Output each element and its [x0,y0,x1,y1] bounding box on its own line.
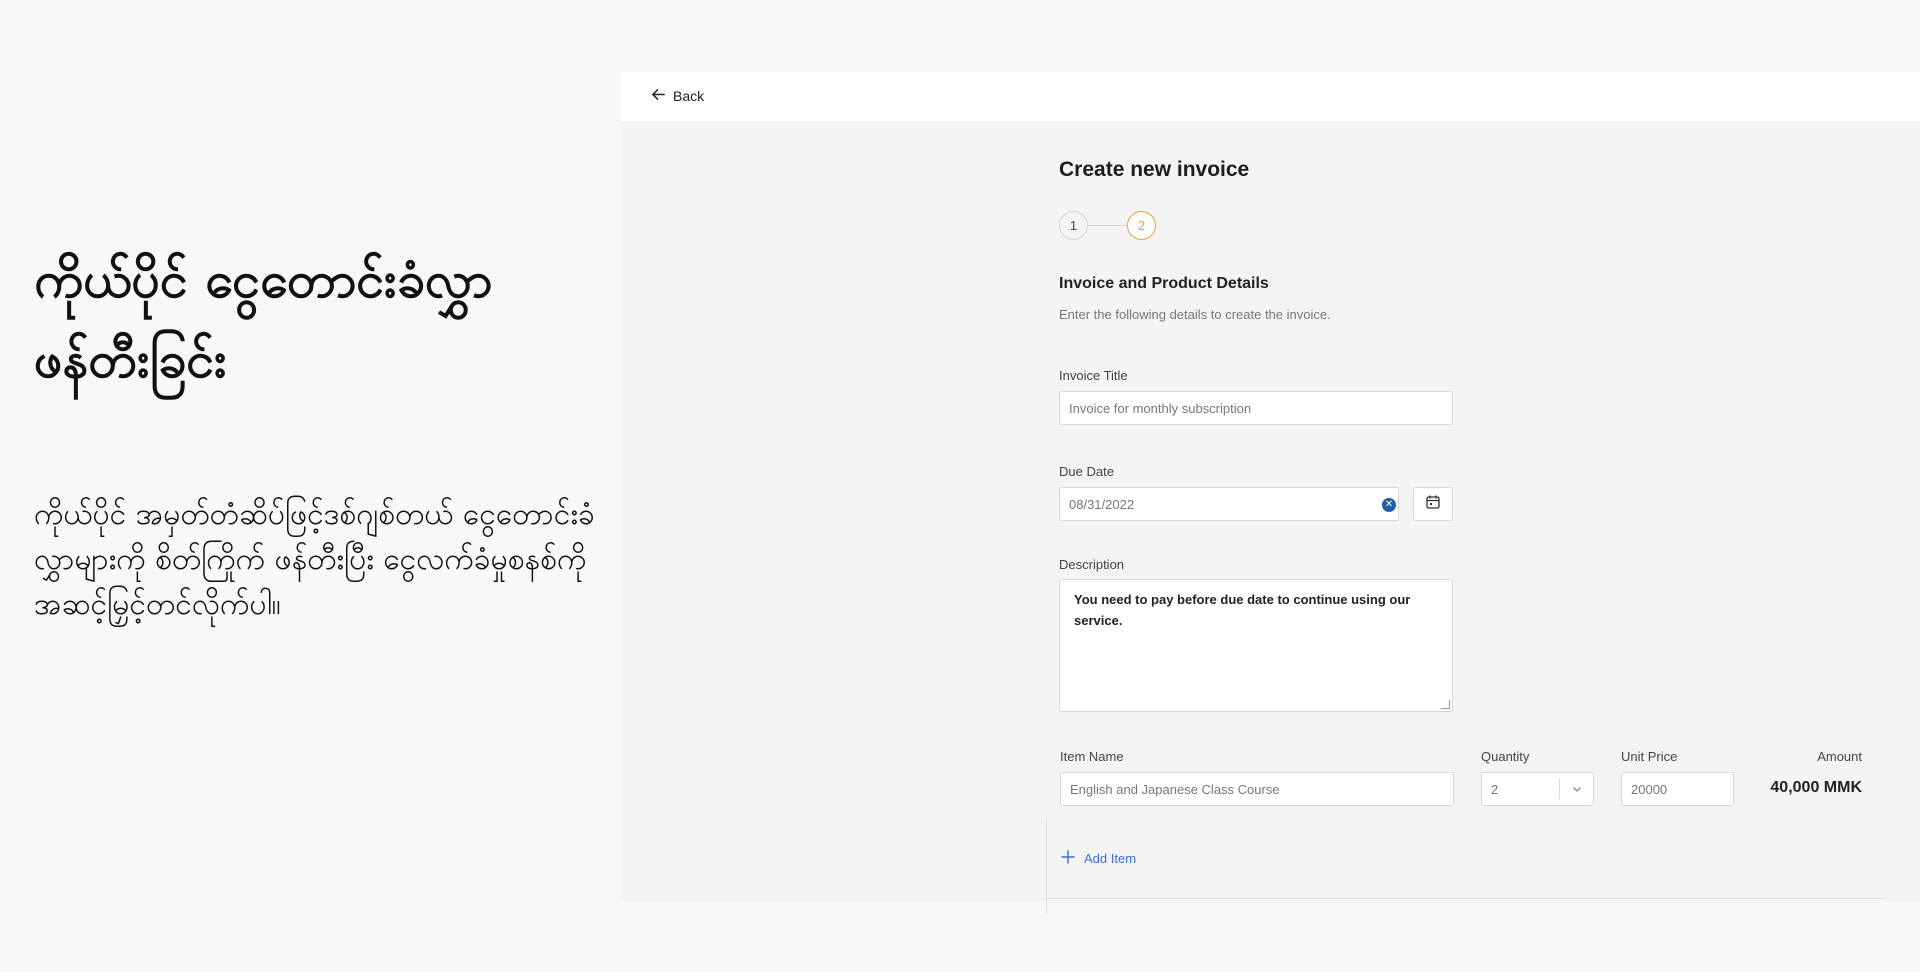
clear-icon[interactable]: ✕ [1382,498,1396,512]
amount-header: Amount [1817,749,1862,764]
add-item-button[interactable]: Add Item [1060,849,1136,868]
section-title: Invoice and Product Details [1059,275,1269,292]
description-label: Description [1059,557,1125,572]
back-button[interactable]: Back [651,87,704,105]
description-textarea[interactable]: You need to pay before due date to conti… [1059,579,1453,712]
hero-description: ကိုယ်ပိုင် အမှတ်တံဆိပ်ဖြင့်ဒစ်ဂျစ်တယ် ငွ… [34,497,595,622]
plus-icon [1060,849,1076,868]
hero-title: ကိုယ်ပိုင် ငွေတောင်းခံလွှာ ဖန်တီးခြင်း [34,251,493,389]
bottom-divider [1046,898,1886,899]
back-label: Back [673,88,705,104]
step-1[interactable]: 1 [1059,211,1088,240]
add-item-label: Add Item [1084,851,1137,866]
section-subtitle: Enter the following details to create th… [1059,307,1331,322]
hero-section: ကိုယ်ပိုင် ငွေတောင်းခံလွှာ ဖန်တီးခြင်း က… [34,240,614,627]
unit-price-input[interactable]: 20000 [1621,772,1734,806]
quantity-value: 2 [1491,781,1499,797]
amount-value: 40,000 MMK [1770,779,1862,796]
item-name-input[interactable]: English and Japanese Class Course [1060,772,1454,806]
invoice-title-input[interactable]: Invoice for monthly subscription [1059,391,1453,425]
step-2[interactable]: 2 [1127,211,1156,240]
page-title: Create new invoice [1059,158,1250,181]
resize-handle[interactable] [1441,700,1450,709]
quantity-header: Quantity [1481,749,1530,764]
app-panel: Back Create new invoice 1 2 Invoice and … [621,72,1920,913]
step-connector [1088,225,1127,226]
stepper: 1 2 [1059,211,1156,240]
calendar-icon [1425,494,1441,515]
item-name-header: Item Name [1060,749,1124,764]
quantity-select[interactable]: 2 [1481,772,1594,806]
invoice-title-label: Invoice Title [1059,368,1128,383]
due-date-label: Due Date [1059,464,1114,479]
due-date-value: 08/31/2022 [1069,496,1135,512]
description-value: You need to pay before due date to conti… [1074,592,1411,628]
calendar-button[interactable] [1413,487,1453,521]
arrow-left-icon [651,87,666,105]
unit-price-header: Unit Price [1621,749,1678,764]
top-bar: Back [621,72,1920,123]
chevron-down-icon[interactable] [1559,779,1593,799]
due-date-input[interactable]: 08/31/2022 ✕ [1059,487,1399,521]
